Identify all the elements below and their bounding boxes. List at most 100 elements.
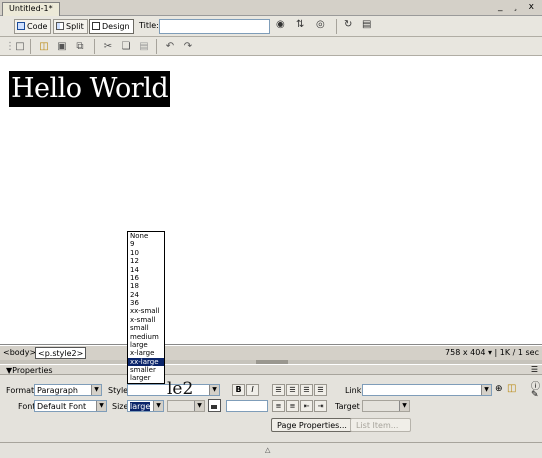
align-center-button[interactable]: ☰ xyxy=(286,384,299,396)
status-bar: <body> <p.style2> 758 x 404 ▾ | 1K / 1 s… xyxy=(0,345,542,360)
chevron-down-icon: ▼ xyxy=(153,401,163,411)
style-preview: le2 xyxy=(167,379,194,399)
properties-header[interactable]: ▼Properties ☰ xyxy=(0,364,542,375)
format-select[interactable]: Paragraph ▼ xyxy=(34,384,102,396)
redo-icon[interactable]: ↷ xyxy=(182,41,194,52)
separator xyxy=(336,19,337,34)
page-properties-button[interactable]: Page Properties... xyxy=(271,418,353,432)
selected-text[interactable]: Hello World xyxy=(9,71,171,107)
size-label: Size xyxy=(112,402,129,411)
new-document-icon[interactable]: □ xyxy=(14,41,26,52)
link-input[interactable]: ▼ xyxy=(362,384,492,396)
list-item-button[interactable]: List Item... xyxy=(350,418,411,432)
align-left-button[interactable]: ☰ xyxy=(272,384,285,396)
format-value: Paragraph xyxy=(37,386,78,395)
target-select[interactable]: ▼ xyxy=(362,400,410,412)
format-label: Format xyxy=(6,386,35,395)
size-unit-select[interactable]: ▼ xyxy=(167,400,205,412)
download-time: 1K / 1 sec xyxy=(499,348,539,357)
properties-panel: Format Paragraph ▼ Style ▼ le2 B I ☰ ☰ ☰ … xyxy=(0,375,542,443)
size-option[interactable]: smaller xyxy=(128,366,164,374)
size-value: large xyxy=(130,402,151,411)
properties-title[interactable]: ▼Properties xyxy=(6,366,53,375)
save-icon[interactable]: ▣ xyxy=(56,41,68,52)
window-controls[interactable]: _ ¸ x xyxy=(498,2,538,12)
font-select[interactable]: Default Font ▼ xyxy=(34,400,107,412)
title-label: Title: xyxy=(139,21,159,30)
window-size-readout[interactable]: 758 x 404 ▾ | 1K / 1 sec xyxy=(445,348,539,357)
size-option[interactable]: small xyxy=(128,324,164,332)
title-input[interactable] xyxy=(159,19,270,34)
browse-folder-icon[interactable]: ◫ xyxy=(507,383,516,394)
size-option[interactable]: 9 xyxy=(128,240,164,248)
justify-button[interactable]: ☰ xyxy=(314,384,327,396)
text-color-picker[interactable] xyxy=(208,399,221,412)
link-label: Link xyxy=(345,386,362,395)
size-select[interactable]: large ▼ xyxy=(127,400,164,412)
refresh-icon[interactable]: ↻ xyxy=(344,19,352,30)
window-size[interactable]: 758 x 404 ▾ xyxy=(445,348,492,357)
target-label: Target xyxy=(335,402,360,411)
size-option[interactable]: xx-small xyxy=(128,307,164,315)
check-page-icon[interactable]: ◉ xyxy=(276,19,285,30)
view-options-icon[interactable]: ▤ xyxy=(362,19,371,30)
cut-icon[interactable]: ✂ xyxy=(102,41,114,52)
paste-icon[interactable]: ▤ xyxy=(138,41,150,52)
design-view[interactable]: Hello World xyxy=(0,56,542,345)
panel-options-icon[interactable]: ☰ xyxy=(531,365,538,374)
size-option[interactable]: 10 xyxy=(128,249,164,257)
chevron-down-icon: ▼ xyxy=(194,401,204,411)
text-color-input[interactable] xyxy=(226,400,268,412)
chevron-down-icon: ▼ xyxy=(91,385,101,395)
point-to-file-icon[interactable]: ⊕ xyxy=(495,384,503,394)
chevron-down-icon: ▼ xyxy=(209,385,219,395)
properties-footer: △ xyxy=(0,443,542,458)
document-toolbar: Code Split Design Title: ◉ ⇅ ◎ ↻ ▤ xyxy=(0,16,542,37)
preview-browser-icon[interactable]: ◎ xyxy=(316,19,325,30)
tag-selector-body[interactable]: <body> xyxy=(3,348,36,357)
font-label: Font xyxy=(18,402,36,411)
font-value: Default Font xyxy=(37,402,87,411)
size-option[interactable]: x-large xyxy=(128,349,164,357)
size-option[interactable]: larger xyxy=(128,374,164,382)
design-view-button[interactable]: Design xyxy=(89,19,134,34)
design-view-icon xyxy=(92,22,100,30)
design-view-label: Design xyxy=(102,22,130,31)
copy-icon[interactable]: ❏ xyxy=(120,41,132,52)
tag-selector-p[interactable]: <p.style2> xyxy=(35,347,87,359)
outdent-button[interactable]: ⇤ xyxy=(300,400,313,412)
size-option[interactable]: 16 xyxy=(128,274,164,282)
split-view-icon xyxy=(56,22,64,30)
file-management-icon[interactable]: ⇅ xyxy=(296,19,304,30)
size-option[interactable]: None xyxy=(128,232,164,240)
code-view-button[interactable]: Code xyxy=(14,19,52,34)
size-option[interactable]: 36 xyxy=(128,299,164,307)
open-folder-icon[interactable]: ◫ xyxy=(38,41,50,52)
separator xyxy=(30,39,31,54)
indent-button[interactable]: ⇥ xyxy=(314,400,327,412)
size-option[interactable]: large xyxy=(128,341,164,349)
size-option[interactable]: 18 xyxy=(128,282,164,290)
size-option[interactable]: medium xyxy=(128,333,164,341)
size-option[interactable]: xx-large xyxy=(128,357,164,366)
size-dropdown-list[interactable]: None 9 10 12 14 16 18 24 36 xx-small x-small small m… xyxy=(127,231,165,384)
align-right-button[interactable]: ☰ xyxy=(300,384,313,396)
standard-toolbar: ⋮ □ ◫ ▣ ⧉ ✂ ❏ ▤ ↶ ↷ xyxy=(0,37,542,56)
size-option[interactable]: 24 xyxy=(128,291,164,299)
unordered-list-button[interactable]: ≡ xyxy=(272,400,285,412)
edit-icon[interactable]: ✎ xyxy=(531,390,539,400)
separator xyxy=(94,39,95,54)
size-option[interactable]: x-small xyxy=(128,316,164,324)
italic-button[interactable]: I xyxy=(246,384,259,396)
code-view-label: Code xyxy=(27,22,48,31)
chevron-down-icon: ▼ xyxy=(399,401,409,411)
size-option[interactable]: 12 xyxy=(128,257,164,265)
document-tab[interactable]: Untitled-1* xyxy=(2,2,60,16)
size-option[interactable]: 14 xyxy=(128,266,164,274)
undo-icon[interactable]: ↶ xyxy=(164,41,176,52)
split-view-button[interactable]: Split xyxy=(53,19,88,34)
bold-button[interactable]: B xyxy=(232,384,245,396)
save-all-icon[interactable]: ⧉ xyxy=(74,41,86,52)
collapse-arrow-icon[interactable]: △ xyxy=(265,446,270,454)
ordered-list-button[interactable]: ≡ xyxy=(286,400,299,412)
